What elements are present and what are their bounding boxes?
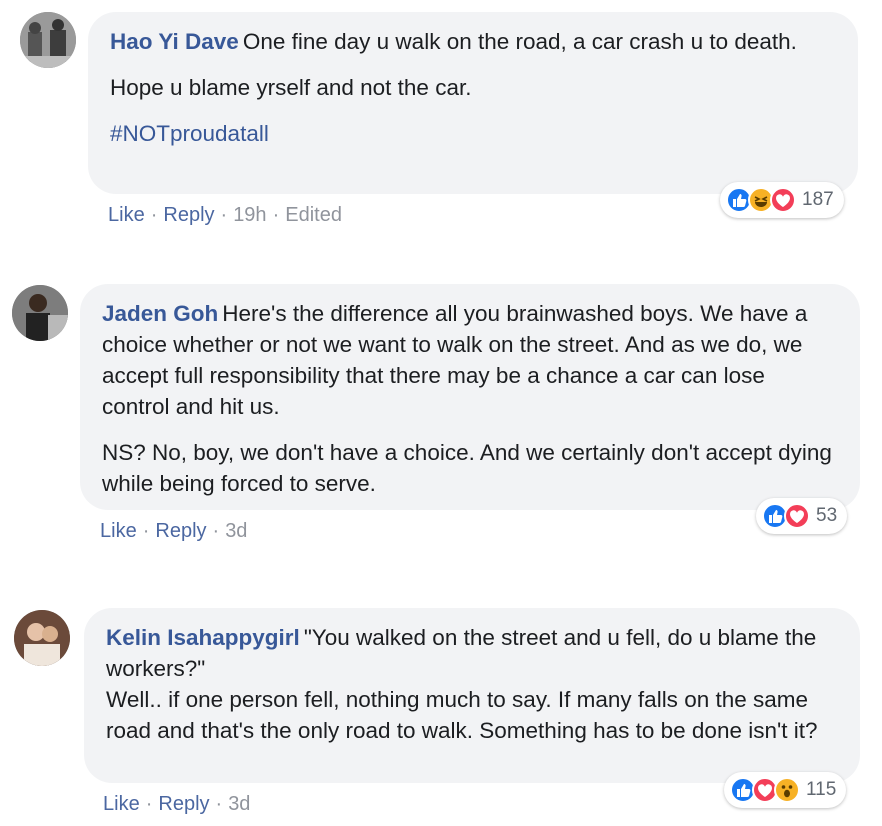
like-button[interactable]: Like (103, 793, 140, 815)
separator: · (145, 793, 153, 815)
love-icon (770, 187, 796, 213)
comment-actions: Like · Reply · 19h · Edited (108, 203, 342, 227)
reaction-summary[interactable]: 53 (756, 498, 848, 534)
reply-button[interactable]: Reply (155, 520, 206, 542)
comment-text: Hope u blame yrself and not the car. (110, 75, 472, 100)
comment-bubble: Jaden Goh Here's the difference all you b… (80, 284, 860, 510)
avatar[interactable] (12, 285, 68, 341)
reaction-count: 115 (806, 779, 837, 800)
reply-button[interactable]: Reply (163, 204, 214, 226)
comment-bubble: Kelin Isahappygirl "You walked on the str… (84, 608, 860, 783)
wow-icon (774, 777, 800, 803)
comment-actions: Like · Reply · 3d (103, 792, 250, 816)
separator: · (272, 204, 280, 226)
reaction-count: 187 (802, 189, 834, 210)
separator: · (150, 204, 158, 226)
comment-author[interactable]: Jaden Goh (102, 301, 218, 326)
comment-text: One fine day u walk on the road, a car c… (242, 29, 797, 54)
edited-label[interactable]: Edited (285, 204, 342, 226)
reply-button[interactable]: Reply (158, 793, 209, 815)
hashtag-link[interactable]: #NOTproudatall (110, 121, 269, 146)
avatar[interactable] (20, 12, 76, 68)
separator: · (212, 520, 220, 542)
comment-author[interactable]: Hao Yi Dave (110, 29, 239, 54)
love-icon (784, 503, 810, 529)
comment-bubble: Hao Yi Dave One fine day u walk on the ro… (88, 12, 858, 194)
reaction-summary[interactable]: 187 (720, 182, 844, 218)
comment-text: NS? No, boy, we don't have a choice. And… (102, 440, 832, 496)
separator: · (215, 793, 223, 815)
comment-actions: Like · Reply · 3d (100, 519, 247, 543)
comment-text: Well.. if one person fell, nothing much … (106, 687, 818, 743)
timestamp[interactable]: 3d (228, 793, 250, 815)
timestamp[interactable]: 19h (233, 204, 266, 226)
like-button[interactable]: Like (100, 520, 137, 542)
avatar[interactable] (14, 610, 70, 666)
separator: · (220, 204, 228, 226)
comment-author[interactable]: Kelin Isahappygirl (106, 625, 300, 650)
reaction-count: 53 (816, 505, 838, 526)
reaction-summary[interactable]: 115 (724, 772, 847, 808)
separator: · (142, 520, 150, 542)
timestamp[interactable]: 3d (225, 520, 247, 542)
like-button[interactable]: Like (108, 204, 145, 226)
